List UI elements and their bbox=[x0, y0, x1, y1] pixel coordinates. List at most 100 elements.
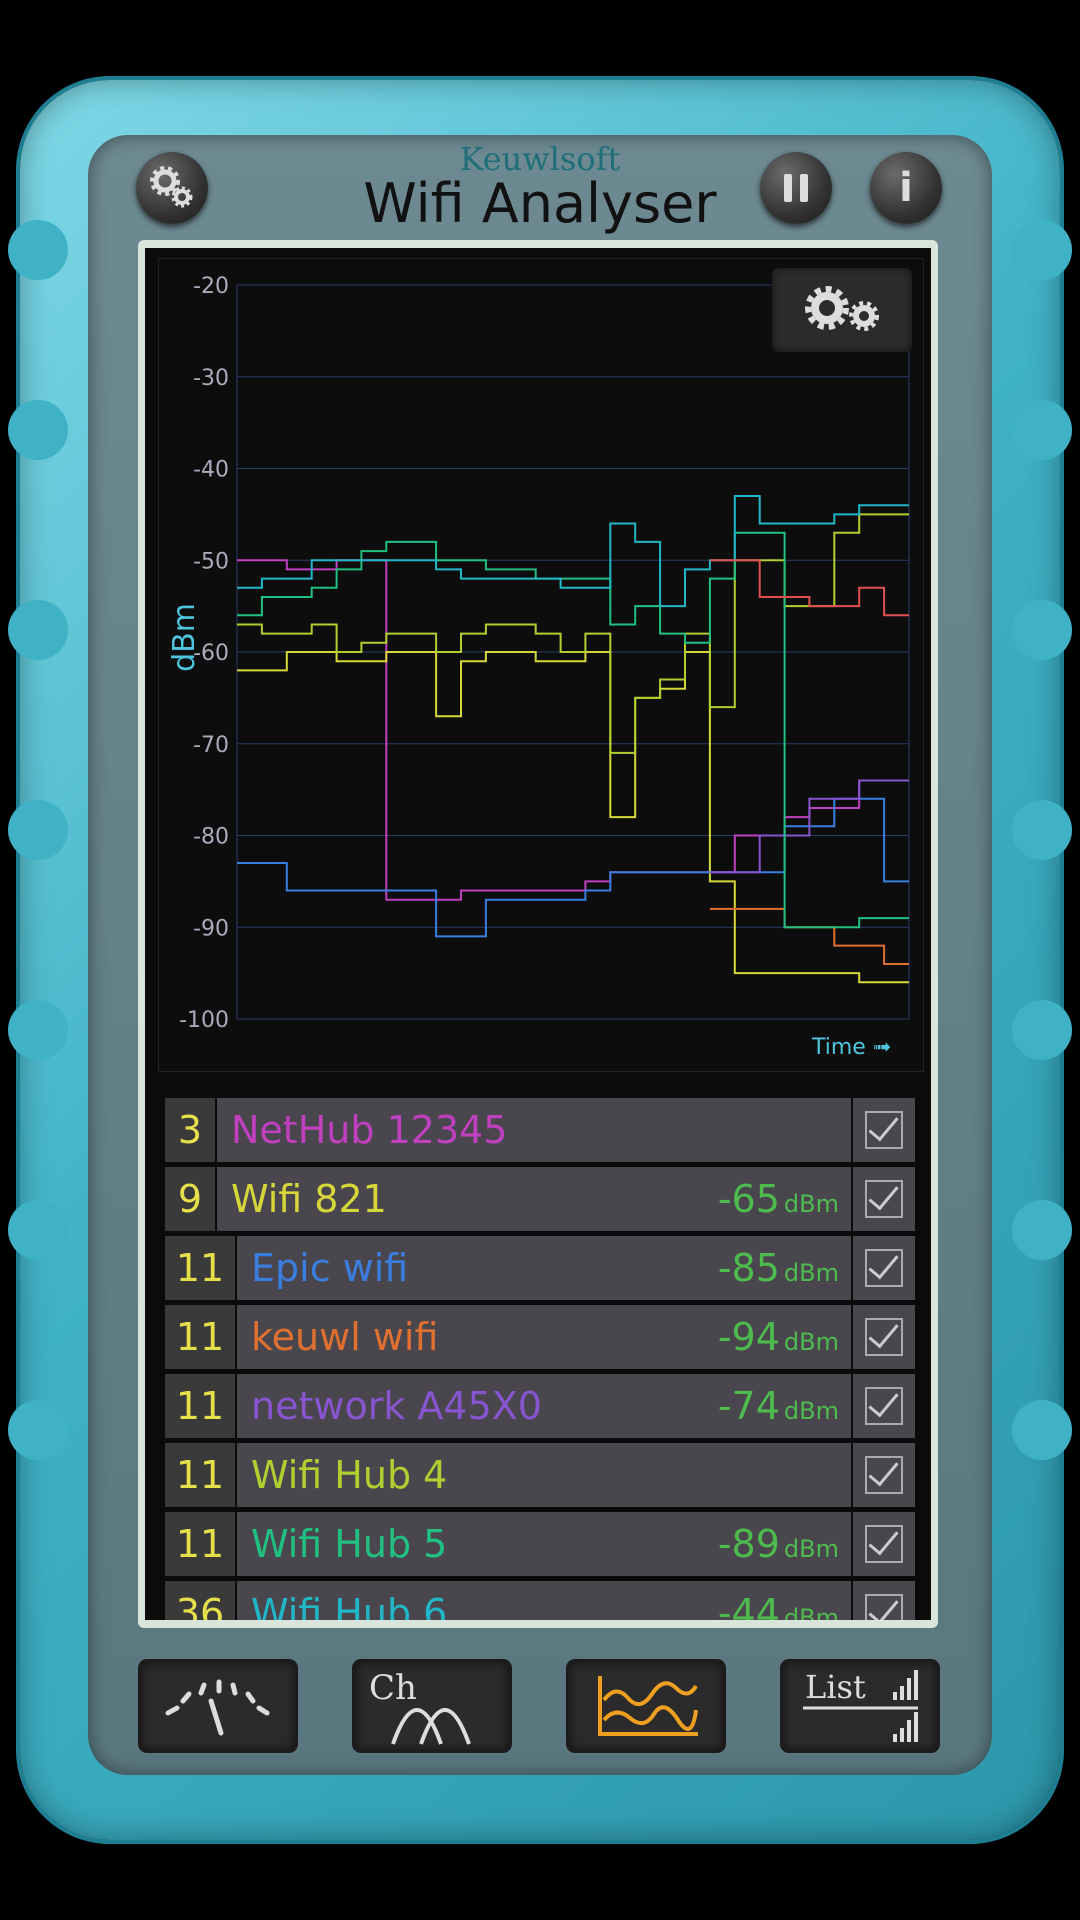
network-name: Wifi Hub 6 bbox=[251, 1591, 448, 1620]
signal-strength: -89 dBm bbox=[718, 1522, 839, 1566]
network-row[interactable]: 3 NetHub 12345 bbox=[165, 1098, 915, 1162]
signal-value: -94 bbox=[717, 1315, 780, 1359]
network-name: NetHub 12345 bbox=[231, 1108, 508, 1152]
network-name: network A45X0 bbox=[251, 1384, 542, 1428]
checkbox-checked-icon bbox=[865, 1594, 903, 1620]
signal-value: -74 bbox=[717, 1384, 780, 1428]
y-tick-label: -80 bbox=[193, 825, 229, 850]
chart-y-axis-label: dBm bbox=[166, 603, 202, 672]
signal-strength: -74 dBm bbox=[718, 1384, 839, 1428]
series-line bbox=[237, 559, 909, 901]
y-tick-label: -50 bbox=[193, 549, 229, 574]
time-label-text: Time bbox=[812, 1035, 866, 1060]
channel-number: 11 bbox=[165, 1512, 235, 1576]
y-tick-label: -20 bbox=[193, 274, 229, 299]
network-name: Wifi Hub 4 bbox=[251, 1453, 448, 1497]
pause-icon bbox=[784, 174, 808, 202]
signal-unit: dBm bbox=[783, 1328, 839, 1356]
signal-meter-icon bbox=[165, 1679, 270, 1736]
series-line bbox=[709, 559, 909, 617]
time-graph-icon bbox=[598, 1676, 698, 1736]
network-name-cell: network A45X0 -74 dBm bbox=[237, 1374, 851, 1438]
frame-bump bbox=[8, 600, 68, 660]
channel-number: 11 bbox=[165, 1305, 235, 1369]
visibility-checkbox[interactable] bbox=[853, 1512, 915, 1576]
network-row[interactable]: 11 Epic wifi -85 dBm bbox=[165, 1236, 915, 1300]
checkbox-checked-icon bbox=[865, 1249, 903, 1287]
signal-value: -89 bbox=[717, 1522, 780, 1566]
signal-strength: -85 dBm bbox=[718, 1246, 839, 1290]
network-row[interactable]: 11 keuwl wifi -94 dBm bbox=[165, 1305, 915, 1369]
network-row[interactable]: 11 Wifi Hub 4 bbox=[165, 1443, 915, 1507]
pause-button[interactable] bbox=[760, 152, 832, 224]
frame-bump bbox=[8, 1200, 68, 1260]
signal-unit: dBm bbox=[783, 1259, 839, 1287]
gears-icon bbox=[150, 166, 193, 208]
tab-channel-graph[interactable]: Ch bbox=[355, 1662, 509, 1750]
frame-bump bbox=[1012, 1000, 1072, 1060]
channel-number: 11 bbox=[165, 1374, 235, 1438]
tab-time-graph[interactable] bbox=[569, 1662, 723, 1750]
frame-bump bbox=[1012, 800, 1072, 860]
visibility-checkbox[interactable] bbox=[853, 1581, 915, 1620]
checkbox-checked-icon bbox=[865, 1456, 903, 1494]
signal-strength: -44 dBm bbox=[718, 1591, 839, 1620]
network-name-cell: NetHub 12345 bbox=[217, 1098, 851, 1162]
frame-bump bbox=[8, 400, 68, 460]
visibility-checkbox[interactable] bbox=[853, 1098, 915, 1162]
arrow-right-icon: ➟ bbox=[872, 1035, 892, 1060]
network-name: Wifi Hub 5 bbox=[251, 1522, 448, 1566]
settings-button[interactable] bbox=[136, 152, 208, 224]
signal-unit: dBm bbox=[783, 1535, 839, 1563]
signal-strength: -94 dBm bbox=[718, 1315, 839, 1359]
signal-value: -65 bbox=[717, 1177, 780, 1221]
bottom-tab-bar: Ch List bbox=[0, 1662, 1080, 1754]
gears-icon bbox=[805, 286, 879, 331]
checkbox-checked-icon bbox=[865, 1180, 903, 1218]
y-tick-label: -100 bbox=[179, 1008, 229, 1033]
network-row[interactable]: 36 Wifi Hub 6 -44 dBm bbox=[165, 1581, 915, 1620]
channel-number: 11 bbox=[165, 1443, 235, 1507]
signal-unit: dBm bbox=[783, 1190, 839, 1218]
channel-number: 36 bbox=[165, 1581, 235, 1620]
visibility-checkbox[interactable] bbox=[853, 1374, 915, 1438]
visibility-checkbox[interactable] bbox=[853, 1167, 915, 1231]
network-name: Wifi 821 bbox=[231, 1177, 387, 1221]
frame-bump bbox=[8, 800, 68, 860]
frame-bump bbox=[1012, 600, 1072, 660]
series-line bbox=[709, 779, 909, 874]
visibility-checkbox[interactable] bbox=[853, 1443, 915, 1507]
network-name: Epic wifi bbox=[251, 1246, 409, 1290]
channel-number: 3 bbox=[165, 1098, 215, 1162]
info-button[interactable]: i bbox=[870, 152, 942, 224]
network-name-cell: Wifi Hub 4 bbox=[237, 1443, 851, 1507]
y-tick-label: -40 bbox=[193, 458, 229, 483]
y-tick-label: -90 bbox=[193, 916, 229, 941]
network-name: keuwl wifi bbox=[251, 1315, 439, 1359]
channel-number: 9 bbox=[165, 1167, 215, 1231]
y-tick-label: -30 bbox=[193, 366, 229, 391]
frame-bump bbox=[8, 1400, 68, 1460]
checkbox-checked-icon bbox=[865, 1318, 903, 1356]
channel-number: 11 bbox=[165, 1236, 235, 1300]
visibility-checkbox[interactable] bbox=[853, 1236, 915, 1300]
network-row[interactable]: 9 Wifi 821 -65 dBm bbox=[165, 1167, 915, 1231]
network-list[interactable]: 3 NetHub 12345 9 Wifi 821 -65 dBm 11 Epic wifi -… bbox=[165, 1098, 915, 1620]
series-line bbox=[237, 797, 909, 938]
signal-value: -85 bbox=[717, 1246, 780, 1290]
tab-signal-meter[interactable] bbox=[141, 1662, 295, 1750]
tab-list[interactable]: List bbox=[783, 1662, 937, 1750]
network-name-cell: Wifi Hub 6 -44 dBm bbox=[237, 1581, 851, 1620]
frame-bump bbox=[8, 1000, 68, 1060]
signal-value: -44 bbox=[717, 1591, 780, 1620]
series-line bbox=[237, 513, 909, 754]
network-name-cell: Epic wifi -85 dBm bbox=[237, 1236, 851, 1300]
chart-svg: -20-30-40-50-60-70-80-90-100 bbox=[179, 274, 910, 1033]
visibility-checkbox[interactable] bbox=[853, 1305, 915, 1369]
network-row[interactable]: 11 network A45X0 -74 dBm bbox=[165, 1374, 915, 1438]
frame-bump bbox=[1012, 1200, 1072, 1260]
signal-strength: -65 dBm bbox=[718, 1177, 839, 1221]
network-row[interactable]: 11 Wifi Hub 5 -89 dBm bbox=[165, 1512, 915, 1576]
chart-settings-button[interactable] bbox=[772, 268, 912, 352]
channel-graph-icon bbox=[391, 1708, 471, 1745]
